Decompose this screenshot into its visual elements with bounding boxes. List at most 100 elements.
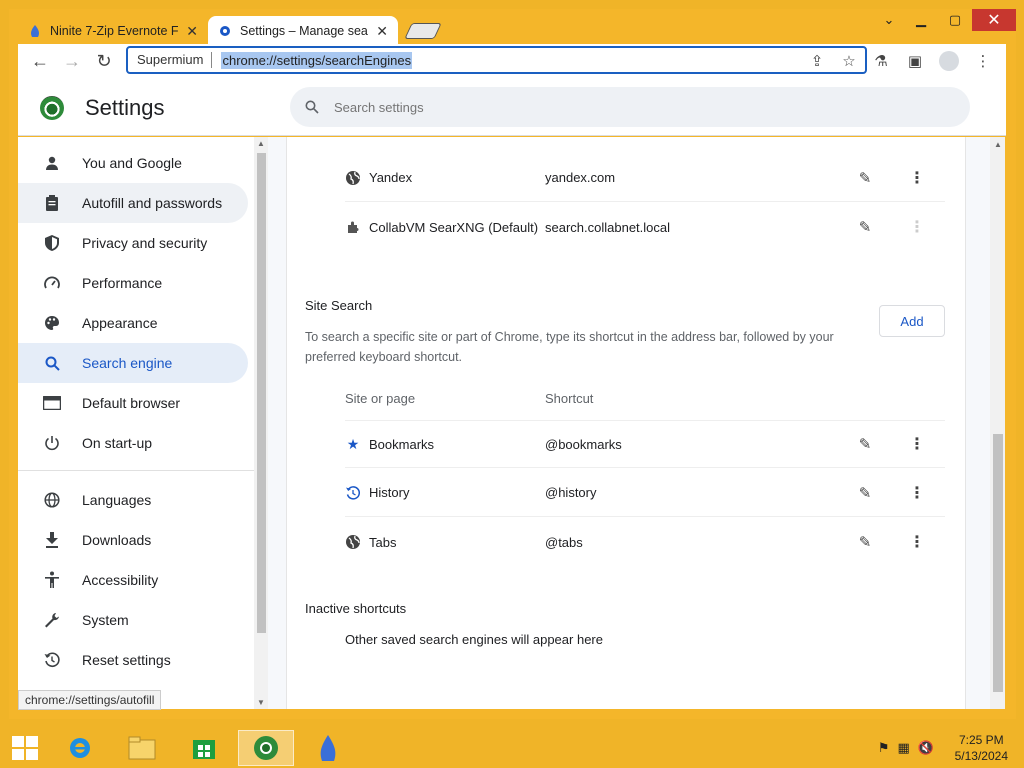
sidebar-item-accessibility[interactable]: Accessibility — [18, 560, 248, 600]
edit-pencil-icon[interactable]: ✎ — [855, 434, 875, 454]
sidebar-scroll-thumb[interactable] — [257, 153, 266, 633]
url-text[interactable]: chrome://settings/searchEngines — [221, 51, 413, 69]
tab-settings[interactable]: Settings – Manage sear ✕ — [208, 16, 398, 46]
more-kebab-icon: ⋮ — [909, 219, 925, 236]
sidebar-item-label: You and Google — [82, 155, 182, 171]
site-shortcut: @tabs — [545, 534, 583, 550]
extensions-icon[interactable]: ⚗ — [866, 46, 896, 76]
inactive-shortcuts-title: Inactive shortcuts — [305, 601, 407, 616]
file-explorer-icon[interactable] — [114, 730, 170, 766]
supermium-browser-icon[interactable] — [238, 730, 294, 766]
menu-kebab-icon[interactable]: ⋮ — [968, 46, 998, 76]
back-arrow-icon[interactable]: ← — [24, 45, 56, 77]
add-button[interactable]: Add — [879, 305, 945, 337]
column-header-site: Site or page — [345, 391, 416, 406]
sidebar-item-search-engine[interactable]: Search engine — [18, 343, 248, 383]
page-title: Settings — [85, 95, 165, 120]
window-controls: ⌄ ▁ ▢ ✕ — [874, 9, 1016, 33]
sidebar-item-label: Downloads — [82, 532, 152, 548]
site-shortcut: @history — [545, 485, 597, 500]
more-kebab-icon[interactable]: ⋮ — [907, 483, 927, 503]
more-kebab-icon[interactable]: ⋮ — [907, 168, 927, 188]
tab-search-icon[interactable]: ⌄ — [874, 9, 904, 31]
share-icon[interactable]: ⇪ — [805, 50, 829, 72]
volume-muted-icon[interactable]: 🔇 — [918, 740, 934, 756]
profile-avatar-icon[interactable] — [939, 51, 959, 71]
download-icon — [42, 530, 62, 550]
engine-name: Yandex — [369, 170, 413, 185]
windows-start-icon[interactable] — [12, 736, 38, 760]
forward-arrow-icon[interactable]: → — [56, 45, 88, 77]
site-label: Supermium — [128, 52, 213, 68]
sidebar-item-downloads[interactable]: Downloads — [18, 520, 248, 560]
table-row: Yandex yandex.com ✎ ⋮ — [345, 154, 945, 202]
site-search-title: Site Search — [305, 298, 373, 313]
search-icon — [304, 99, 320, 115]
table-row: ★ Bookmarks @bookmarks ✎ ⋮ — [345, 420, 945, 468]
clipboard-icon — [42, 193, 62, 213]
settings-search-input[interactable] — [334, 99, 834, 115]
close-tab-icon[interactable]: ✕ — [376, 23, 388, 40]
settings-search-box[interactable] — [290, 87, 970, 127]
history-icon — [345, 485, 361, 501]
site-name: History — [369, 485, 410, 500]
browser-toolbar: ← → ↻ Supermium chrome://settings/search… — [18, 44, 1006, 78]
ninite-icon[interactable] — [300, 730, 356, 766]
sidebar-item-label: Search engine — [82, 355, 173, 371]
close-window-button[interactable]: ✕ — [972, 9, 1016, 31]
inactive-empty-message: Other saved search engines will appear h… — [345, 632, 603, 647]
star-icon: ★ — [346, 435, 360, 452]
edit-pencil-icon[interactable]: ✎ — [855, 483, 875, 503]
ie-icon[interactable] — [52, 730, 108, 766]
tab-ninite[interactable]: Ninite 7-Zip Evernote F ✕ — [18, 16, 208, 46]
close-tab-icon[interactable]: ✕ — [186, 23, 198, 40]
bookmark-star-icon[interactable]: ☆ — [837, 50, 861, 72]
store-icon[interactable] — [176, 730, 232, 766]
engine-url: yandex.com — [545, 170, 616, 185]
engine-name: CollabVM SearXNG (Default) — [369, 219, 539, 235]
edit-pencil-icon[interactable]: ✎ — [855, 217, 875, 237]
scroll-up-arrow-icon[interactable]: ▲ — [257, 139, 265, 148]
sidebar-item-on-startup[interactable]: On start-up — [18, 423, 248, 463]
sidebar-item-you-and-google[interactable]: You and Google — [18, 143, 248, 183]
scroll-up-arrow-icon[interactable]: ▲ — [994, 140, 1002, 149]
sidebar-item-system[interactable]: System — [18, 600, 248, 640]
power-icon — [42, 433, 62, 453]
sidebar-item-label: On start-up — [82, 435, 153, 451]
edit-pencil-icon[interactable]: ✎ — [855, 168, 875, 188]
site-name: Tabs — [369, 534, 397, 550]
sidebar-item-label: System — [82, 612, 129, 628]
sidebar-item-autofill[interactable]: Autofill and passwords — [18, 183, 248, 223]
minimize-button[interactable]: ▁ — [904, 9, 938, 31]
globe-icon — [42, 490, 62, 510]
sidebar-item-performance[interactable]: Performance — [18, 263, 248, 303]
new-tab-button[interactable] — [404, 23, 442, 39]
clock[interactable]: 7:25 PM 5/13/2024 — [955, 732, 1008, 764]
sidebar-scrollbar[interactable]: ▲ ▼ — [254, 137, 268, 709]
maximize-button[interactable]: ▢ — [938, 9, 972, 31]
system-tray: ⚑ ▦ 🔇 — [878, 740, 934, 756]
network-icon[interactable]: ▦ — [898, 740, 910, 756]
scroll-down-arrow-icon[interactable]: ▼ — [257, 698, 265, 707]
globe-icon — [345, 534, 361, 550]
sidebar-item-default-browser[interactable]: Default browser — [18, 383, 248, 423]
sidebar-item-reset-settings[interactable]: Reset settings — [18, 640, 248, 680]
main-scrollbar[interactable]: ▲ — [990, 137, 1005, 709]
edit-pencil-icon[interactable]: ✎ — [855, 532, 875, 552]
address-bar[interactable]: Supermium chrome://settings/searchEngine… — [126, 46, 867, 74]
sidebar-item-languages[interactable]: Languages — [18, 480, 248, 520]
flag-icon[interactable]: ⚑ — [878, 740, 890, 756]
table-row: Tabs @tabs ✎ ⋮ — [345, 518, 945, 566]
main-scroll-thumb[interactable] — [993, 434, 1003, 692]
sidebar-item-appearance[interactable]: Appearance — [18, 303, 248, 343]
more-kebab-icon[interactable]: ⋮ — [907, 434, 927, 454]
sidebar-item-label: Languages — [82, 492, 152, 508]
sidebar-item-label: Appearance — [82, 315, 158, 331]
search-engines-card: Yandex yandex.com ✎ ⋮ CollabVM SearXNG (… — [286, 137, 966, 709]
sidebar-item-privacy[interactable]: Privacy and security — [18, 223, 248, 263]
side-panel-icon[interactable]: ▣ — [900, 46, 930, 76]
sidebar-item-label: Privacy and security — [82, 235, 208, 251]
more-kebab-icon[interactable]: ⋮ — [907, 532, 927, 552]
tab-strip: Ninite 7-Zip Evernote F ✕ Settings – Man… — [18, 16, 442, 46]
reload-icon[interactable]: ↻ — [88, 45, 120, 77]
